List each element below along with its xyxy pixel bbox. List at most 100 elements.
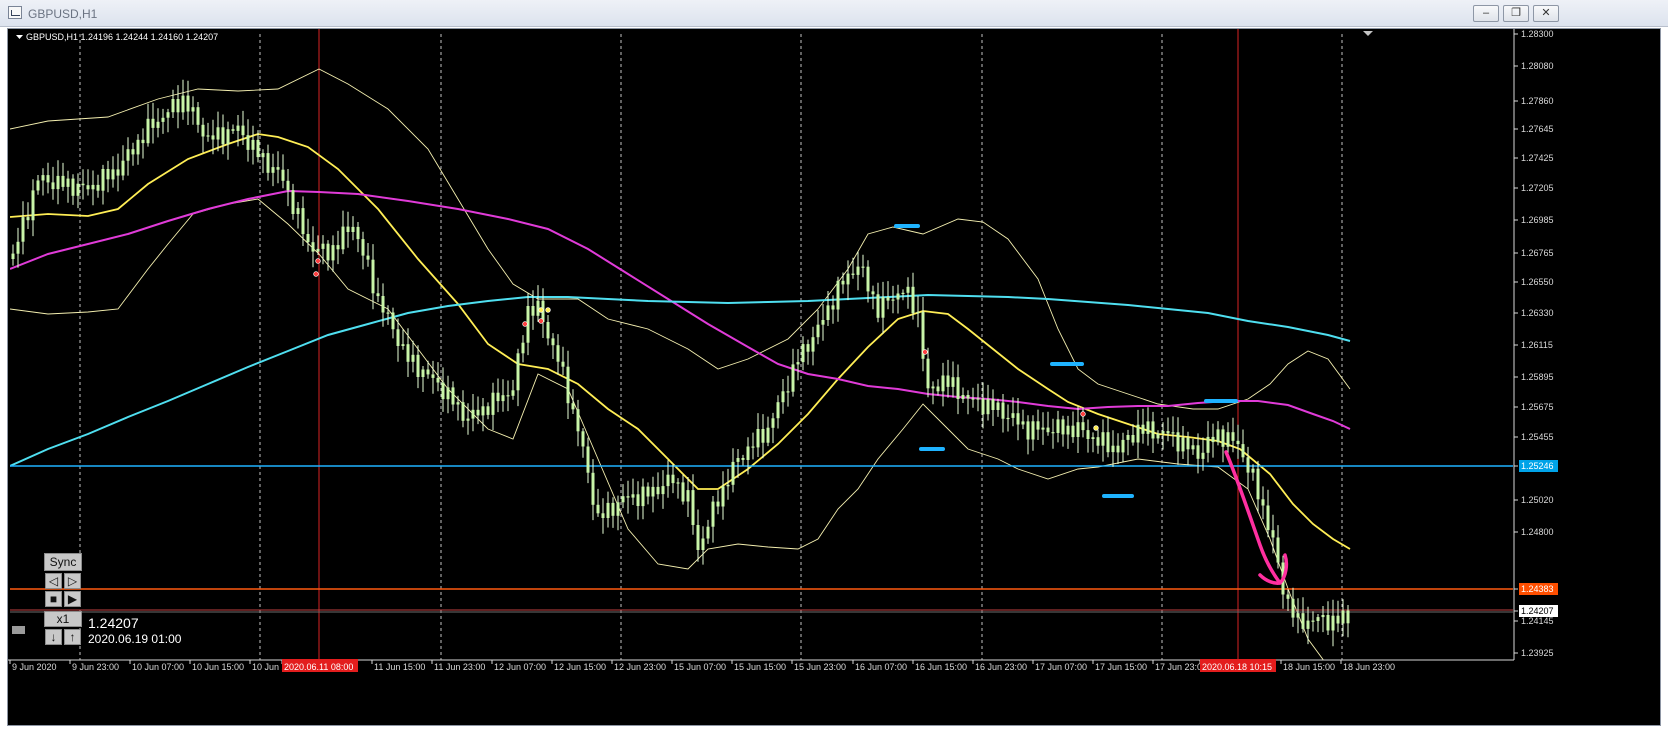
- candle-body: [396, 329, 400, 346]
- bollinger-lower: [10, 198, 1324, 660]
- shift-marker-icon[interactable]: [1363, 31, 1373, 36]
- crosshair-datetime: 2020.06.19 01:00: [88, 632, 182, 646]
- close-button[interactable]: ✕: [1533, 5, 1559, 22]
- candle-body: [31, 190, 35, 221]
- stop-icon[interactable]: ■: [45, 591, 62, 607]
- restore-button[interactable]: ❐: [1503, 5, 1529, 22]
- candlestick: [91, 170, 95, 206]
- candlestick: [701, 526, 705, 565]
- candle-body: [1316, 617, 1320, 621]
- candle-body: [646, 486, 650, 497]
- candlestick: [1056, 410, 1060, 443]
- candlestick: [826, 291, 830, 326]
- candlestick: [336, 230, 340, 265]
- chart-scroll-handle[interactable]: [12, 626, 25, 634]
- candlestick: [781, 379, 785, 414]
- candle-body: [1006, 417, 1010, 420]
- price-axis-label: 1.25455: [1521, 432, 1554, 442]
- candle-body: [1341, 610, 1345, 624]
- candle-body: [626, 496, 630, 498]
- price-chart[interactable]: 1.28300 1.28080 1.27860 1.27645 1.27425 1.272…: [8, 29, 1660, 725]
- candle-body: [906, 286, 910, 293]
- time-axis-label: 18 Jun 15:00: [1283, 662, 1335, 672]
- candlestick: [961, 387, 965, 403]
- moving-average-slow: [10, 293, 1351, 467]
- candle-body: [1076, 422, 1080, 437]
- price-axis-label: 1.24800: [1521, 527, 1554, 537]
- candle-body: [546, 322, 550, 339]
- candlestick: [341, 210, 345, 255]
- candle-body: [981, 398, 985, 415]
- candle-body: [336, 245, 340, 250]
- candle-body: [726, 484, 730, 487]
- candle-body: [1346, 610, 1350, 624]
- candle-body: [141, 139, 145, 144]
- candle-body: [461, 402, 465, 421]
- candle-body: [686, 490, 690, 502]
- candle-body: [566, 366, 570, 404]
- candle-body: [46, 175, 50, 183]
- candlestick: [1311, 611, 1315, 632]
- time-axis-label: 12 Jun 23:00: [614, 662, 666, 672]
- minimize-button[interactable]: –: [1473, 5, 1499, 22]
- sync-button[interactable]: Sync: [44, 553, 82, 571]
- candlestick: [171, 89, 175, 118]
- candle-body: [761, 429, 765, 443]
- candlestick: [611, 497, 615, 528]
- candle-body: [116, 169, 120, 176]
- candle-body: [1301, 613, 1305, 629]
- candle-body: [301, 208, 305, 235]
- candlestick: [616, 495, 620, 531]
- candlestick: [1126, 429, 1130, 456]
- candle-body: [621, 496, 625, 503]
- candle-body: [866, 266, 870, 292]
- price-marker-label: 1.24207: [1521, 606, 1554, 616]
- candlestick: [566, 350, 570, 419]
- time-axis-label: 9 Jun 23:00: [72, 662, 119, 672]
- signal-marker: [315, 258, 321, 264]
- candlestick: [1276, 525, 1280, 569]
- candle-body: [1256, 468, 1260, 500]
- moving-average-fast: [10, 133, 1351, 550]
- candlestick: [1331, 599, 1335, 647]
- candle-body: [511, 390, 515, 396]
- signal-marker: [538, 307, 544, 313]
- candle-body: [71, 178, 75, 196]
- candle-body: [1246, 457, 1250, 473]
- step-back-icon[interactable]: ◁: [45, 573, 62, 589]
- play-icon[interactable]: ▶: [64, 591, 81, 607]
- candlestick: [1256, 460, 1260, 513]
- candlestick: [681, 474, 685, 505]
- speed-down-icon[interactable]: ↓: [45, 629, 62, 645]
- candle-body: [321, 243, 325, 249]
- candle-body: [1276, 537, 1280, 563]
- candlestick: [1111, 430, 1115, 467]
- candle-body: [1021, 421, 1025, 425]
- speed-button[interactable]: x1: [44, 611, 82, 627]
- step-forward-icon[interactable]: ▷: [64, 573, 81, 589]
- candlestick: [891, 285, 895, 314]
- speed-up-icon[interactable]: ↑: [64, 629, 81, 645]
- candle-body: [1261, 499, 1265, 506]
- candle-body: [756, 429, 760, 448]
- candle-body: [131, 149, 135, 155]
- candle-body: [1031, 421, 1035, 440]
- bollinger-upper: [10, 68, 1351, 410]
- candlestick: [356, 222, 360, 253]
- candle-body: [826, 305, 830, 320]
- candle-body: [121, 160, 125, 176]
- drawn-arrow-annotation: [1224, 450, 1289, 585]
- candlestick: [801, 336, 805, 371]
- candlestick: [76, 173, 80, 209]
- price-axis-label: 1.26765: [1521, 248, 1554, 258]
- candle-body: [556, 345, 560, 362]
- candle-body: [496, 392, 500, 402]
- candlestick: [736, 449, 740, 478]
- candlestick: [806, 339, 810, 365]
- candle-body: [261, 153, 265, 158]
- candle-body: [86, 185, 90, 190]
- candlestick: [1171, 416, 1175, 447]
- candlestick: [926, 347, 930, 398]
- candlestick: [1291, 587, 1295, 627]
- window-title-bar[interactable]: GBPUSD,H1 – ❐ ✕: [0, 0, 1668, 27]
